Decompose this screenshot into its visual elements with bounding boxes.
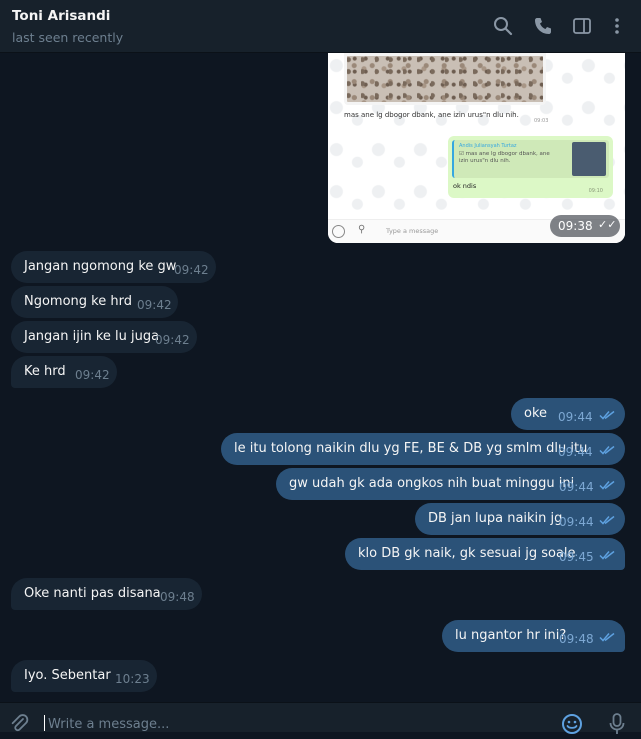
phone-icon[interactable] [533,16,553,36]
embedded-emoji-icon [332,225,345,238]
outgoing-message[interactable]: lu ngantor hr ini? 09:48 [442,620,625,652]
outgoing-message[interactable]: oke 09:44 [511,398,625,430]
message-input[interactable]: Write a message... [48,717,169,732]
composer: Write a message... [0,702,641,734]
message-time: 09:44 [559,515,594,529]
incoming-message[interactable]: Oke nanti pas disana 09:48 [11,578,202,610]
message-text: klo DB gk naik, gk sesuai jg soale [358,546,576,561]
double-check-icon [599,632,615,642]
outgoing-message[interactable]: DB jan lupa naikin jg 09:44 [415,503,625,535]
outgoing-message[interactable]: gw udah gk ada ongkos nih buat minggu in… [276,468,625,500]
message-time: 09:44 [558,445,593,459]
contact-name[interactable]: Toni Arisandi [12,8,110,24]
message-time: 10:23 [115,672,150,686]
message-text: gw udah gk ada ongkos nih buat minggu in… [289,476,575,491]
more-vertical-icon[interactable] [607,16,627,36]
embedded-reply-bubble: Andis Juliansyah Turtaz ☑ mas ane lg dbo… [448,136,613,198]
message-text: Ngomong ke hrd [24,294,132,309]
incoming-message[interactable]: Ngomong ke hrd 09:42 [11,286,178,318]
message-text: oke [524,406,548,421]
screenshot-image-message[interactable]: mas ane lg dbogor dbank, ane izin urus"n… [328,53,625,243]
floor-photo [344,53,546,105]
embedded-reply-quote-text: ☑ mas ane lg dbogor dbank, ane izin urus… [459,151,550,164]
message-text: Ke hrd [24,364,66,379]
search-icon[interactable] [493,16,513,36]
message-text: Jangan ngomong ke gw [24,259,177,274]
double-check-icon [599,515,615,525]
message-text: le itu tolong naikin dlu yg FE, BE & DB … [234,441,588,456]
embedded-reply-thumbnail [572,142,606,176]
incoming-message[interactable]: Iyo. Sebentar 10:23 [11,660,157,692]
incoming-message[interactable]: Jangan ngomong ke gw 09:42 [11,251,216,283]
message-time: 09:45 [559,550,594,564]
message-time: 09:48 [559,632,594,646]
message-text: Oke nanti pas disana [24,586,161,601]
embedded-attach-icon: ⚲ [358,224,366,235]
embedded-reply-quote: Andis Juliansyah Turtaz ☑ mas ane lg dbo… [452,140,609,178]
attach-icon[interactable] [9,713,29,733]
message-text: DB jan lupa naikin jg [428,511,563,526]
double-check-icon [599,410,615,420]
message-list[interactable]: mas ane lg dbogor dbank, ane izin urus"n… [0,53,641,702]
sidebar-toggle-icon[interactable] [572,16,592,36]
incoming-message[interactable]: Ke hrd 09:42 [11,356,117,388]
outgoing-message[interactable]: klo DB gk naik, gk sesuai jg soale 09:45 [345,538,625,570]
message-time: 09:44 [559,480,594,494]
message-time: 09:42 [155,333,190,347]
image-time: 09:38 [558,219,593,233]
embedded-reply-author: Andis Juliansyah Turtaz [459,143,517,149]
outgoing-message[interactable]: le itu tolong naikin dlu yg FE, BE & DB … [221,433,625,465]
message-text: lu ngantor hr ini? [455,628,567,643]
embedded-reply-text: ok ndis [453,182,477,190]
message-text: Jangan ijin ke lu juga [24,329,160,344]
message-time: 09:42 [174,263,209,277]
embedded-input-placeholder: Type a message [386,227,439,235]
message-time: 09:48 [160,590,195,604]
double-check-icon [599,480,615,490]
double-check-icon: ✓✓ [598,218,617,231]
embedded-caption-time: 09:03 [534,118,549,124]
embedded-caption: mas ane lg dbogor dbank, ane izin urus"n… [344,111,519,119]
message-time: 09:44 [558,410,593,424]
double-check-icon [599,550,615,560]
double-check-icon [599,445,615,455]
contact-status: last seen recently [12,30,124,45]
incoming-message[interactable]: Jangan ijin ke lu juga 09:42 [11,321,197,353]
image-timestamp: 09:38 ✓✓ [550,215,620,237]
message-time: 09:42 [75,368,110,382]
message-text: Iyo. Sebentar [24,668,111,683]
chat-header: Toni Arisandi last seen recently [0,0,641,53]
message-time: 09:42 [137,298,172,312]
embedded-reply-time: 09:10 [588,188,603,194]
text-cursor [44,715,45,731]
